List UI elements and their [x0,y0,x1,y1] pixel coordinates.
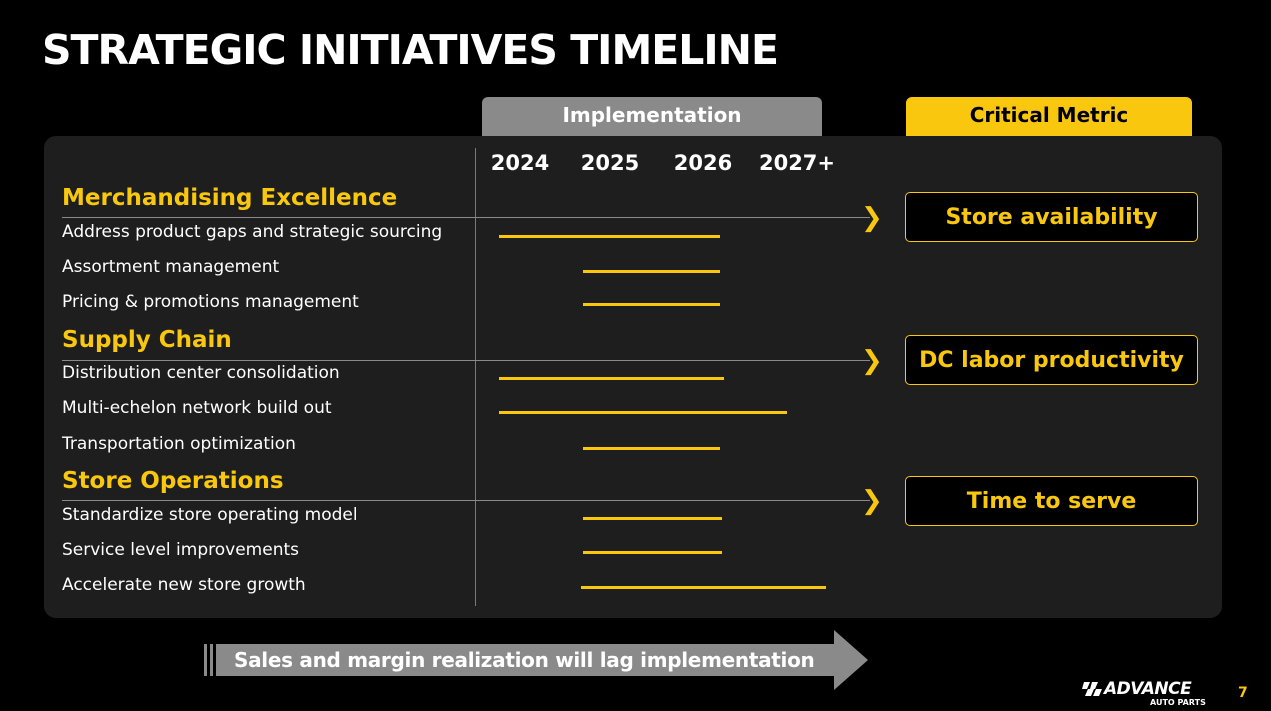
year-2025: 2025 [580,151,640,175]
section-divider [62,500,870,501]
initiative-item: Pricing & promotions management [62,292,359,312]
timeline-bar [583,551,722,554]
timeline-bar [583,303,720,306]
year-2027-plus: 2027+ [758,151,836,175]
advance-auto-parts-logo: ADVANCE AUTO PARTS [1082,679,1212,711]
section-divider [62,360,870,361]
page-number: 7 [1238,685,1248,701]
timeline-bar [499,377,724,380]
year-2024: 2024 [490,151,550,175]
timeline-bar [581,586,826,589]
year-2026: 2026 [673,151,733,175]
metric-store-availability: Store availability [905,192,1198,242]
checkered-flag-icon [1082,682,1102,696]
section-store-operations: Store Operations [62,468,284,494]
lag-note: Sales and margin realization will lag im… [234,648,815,672]
metric-time-to-serve: Time to serve [905,476,1198,526]
timeline-bar [583,447,720,450]
initiative-item: Address product gaps and strategic sourc… [62,222,443,242]
initiative-item: Service level improvements [62,540,299,560]
critical-metric-header: Critical Metric [906,97,1192,136]
initiative-item: Transportation optimization [62,434,296,454]
chevron-right-icon: ❯ [861,203,883,233]
metric-dc-labor-productivity: DC labor productivity [905,335,1198,385]
chevron-right-icon: ❯ [861,346,883,376]
section-divider [62,217,870,218]
page-title: STRATEGIC INITIATIVES TIMELINE [42,26,779,74]
logo-wordmark: ADVANCE [1104,679,1192,699]
initiative-item: Multi-echelon network build out [62,398,332,418]
logo-subtext: AUTO PARTS [1150,698,1206,707]
initiative-item: Assortment management [62,257,280,277]
chevron-right-icon: ❯ [861,486,883,516]
implementation-header: Implementation [482,97,822,136]
initiative-item: Standardize store operating model [62,505,358,525]
timeline-bar [499,411,787,414]
initiative-item: Distribution center consolidation [62,363,340,383]
timeline-bar [499,235,720,238]
timeline-bar [583,270,720,273]
initiative-item: Accelerate new store growth [62,575,306,595]
section-merchandising-excellence: Merchandising Excellence [62,185,398,211]
timeline-bar [583,517,722,520]
section-supply-chain: Supply Chain [62,327,232,353]
